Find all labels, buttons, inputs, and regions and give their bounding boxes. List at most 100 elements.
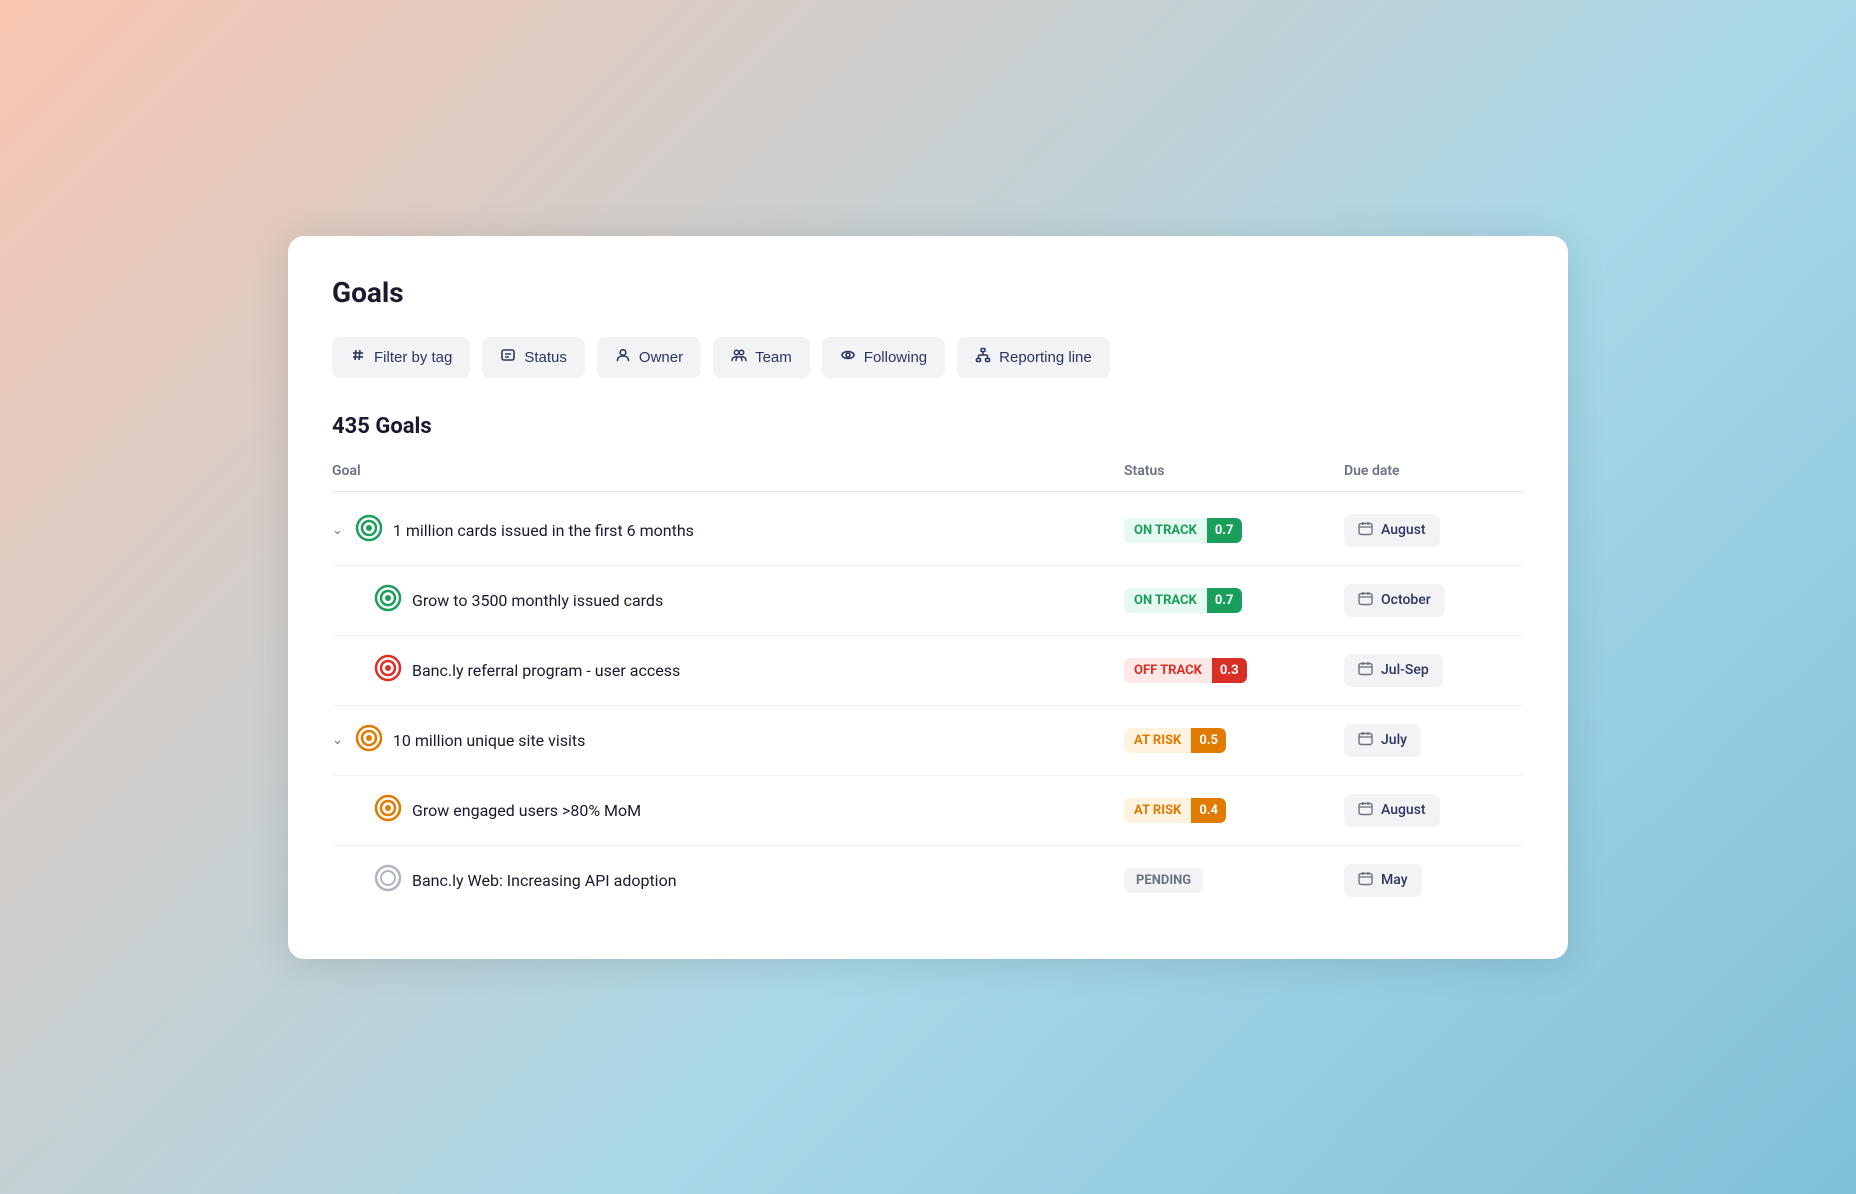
status-score: 0.3: [1212, 658, 1247, 683]
goal-status: PENDING: [1124, 868, 1344, 893]
filter-team-button[interactable]: Team: [713, 337, 810, 378]
goal-icon: [374, 654, 402, 686]
due-date-badge: May: [1344, 864, 1422, 897]
goal-title: Banc.ly referral program - user access: [412, 661, 680, 680]
status-label: AT RISK: [1124, 728, 1191, 753]
goal-icon: [374, 794, 402, 826]
goal-status: OFF TRACK 0.3: [1124, 658, 1344, 683]
filter-reporting-button[interactable]: Reporting line: [957, 337, 1110, 378]
goal-due-date: Jul-Sep: [1344, 654, 1524, 687]
status-label: OFF TRACK: [1124, 658, 1212, 683]
goal-status: ON TRACK 0.7: [1124, 518, 1344, 543]
table-row: Grow to 3500 monthly issued cards ON TRA…: [332, 566, 1524, 636]
goal-icon: [374, 864, 402, 896]
hash-icon: [350, 347, 366, 368]
filter-status-label: Status: [524, 349, 567, 366]
goal-name: Grow engaged users >80% MoM: [332, 794, 1124, 826]
due-date-text: July: [1381, 732, 1407, 748]
due-date-badge: Jul-Sep: [1344, 654, 1443, 687]
due-date-badge: August: [1344, 514, 1440, 547]
goal-due-date: July: [1344, 724, 1524, 757]
due-date-badge: July: [1344, 724, 1421, 757]
goal-name: ⌄ 1 million cards issued in the first 6 …: [332, 514, 1124, 546]
reporting-icon: [975, 347, 991, 368]
status-label: AT RISK: [1124, 798, 1191, 823]
due-date-text: August: [1381, 522, 1426, 538]
status-badge: OFF TRACK 0.3: [1124, 658, 1247, 683]
goal-due-date: August: [1344, 794, 1524, 827]
status-icon: [500, 347, 516, 368]
status-badge: AT RISK 0.5: [1124, 728, 1226, 753]
status-label: ON TRACK: [1124, 588, 1207, 613]
team-icon: [731, 347, 747, 368]
filter-bar: Filter by tag Status Owner: [332, 337, 1524, 378]
goals-count: 435 Goals: [332, 414, 1524, 439]
goal-icon: [355, 514, 383, 546]
due-date-text: October: [1381, 592, 1431, 608]
status-score: 0.5: [1191, 728, 1226, 753]
status-score: 0.4: [1191, 798, 1226, 823]
goal-title: 10 million unique site visits: [393, 731, 586, 750]
goal-due-date: May: [1344, 864, 1524, 897]
status-label: ON TRACK: [1124, 518, 1207, 543]
table-row: Banc.ly referral program - user access O…: [332, 636, 1524, 706]
goal-due-date: August: [1344, 514, 1524, 547]
due-date-badge: October: [1344, 584, 1445, 617]
filter-owner-label: Owner: [639, 349, 683, 366]
status-badge: ON TRACK 0.7: [1124, 588, 1242, 613]
filter-reporting-label: Reporting line: [999, 349, 1092, 366]
goal-icon: [374, 584, 402, 616]
filter-team-label: Team: [755, 349, 792, 366]
table-row: Banc.ly Web: Increasing API adoption PEN…: [332, 846, 1524, 915]
col-goal-header: Goal: [332, 463, 1124, 479]
goals-card: Goals Filter by tag Status: [288, 236, 1568, 959]
calendar-icon: [1358, 731, 1373, 750]
goal-name: Banc.ly referral program - user access: [332, 654, 1124, 686]
filter-owner-button[interactable]: Owner: [597, 337, 701, 378]
expand-chevron[interactable]: ⌄: [332, 733, 343, 748]
goal-status: ON TRACK 0.7: [1124, 588, 1344, 613]
filter-following-button[interactable]: Following: [822, 337, 945, 378]
goal-due-date: October: [1344, 584, 1524, 617]
goal-name: Grow to 3500 monthly issued cards: [332, 584, 1124, 616]
page-title: Goals: [332, 276, 1524, 309]
table-row: ⌄ 1 million cards issued in the first 6 …: [332, 496, 1524, 566]
calendar-icon: [1358, 661, 1373, 680]
filter-status-button[interactable]: Status: [482, 337, 585, 378]
status-score: 0.7: [1207, 588, 1242, 613]
col-status-header: Status: [1124, 463, 1344, 479]
due-date-text: August: [1381, 802, 1426, 818]
status-badge: AT RISK 0.4: [1124, 798, 1226, 823]
calendar-icon: [1358, 871, 1373, 890]
goal-icon: [355, 724, 383, 756]
col-due-header: Due date: [1344, 463, 1524, 479]
calendar-icon: [1358, 591, 1373, 610]
goal-name: ⌄ 10 million unique site visits: [332, 724, 1124, 756]
status-label: PENDING: [1124, 868, 1203, 893]
table-row: ⌄ 10 million unique site visits AT RISK …: [332, 706, 1524, 776]
calendar-icon: [1358, 801, 1373, 820]
calendar-icon: [1358, 521, 1373, 540]
goal-title: Grow to 3500 monthly issued cards: [412, 591, 663, 610]
goal-status: AT RISK 0.5: [1124, 728, 1344, 753]
goal-status: AT RISK 0.4: [1124, 798, 1344, 823]
filter-following-label: Following: [864, 349, 927, 366]
due-date-text: May: [1381, 872, 1408, 888]
filter-tag-label: Filter by tag: [374, 349, 452, 366]
person-icon: [615, 347, 631, 368]
due-date-text: Jul-Sep: [1381, 662, 1429, 678]
table-row: Grow engaged users >80% MoM AT RISK 0.4 …: [332, 776, 1524, 846]
status-badge: PENDING: [1124, 868, 1203, 893]
goals-list: ⌄ 1 million cards issued in the first 6 …: [332, 496, 1524, 915]
goal-title: Banc.ly Web: Increasing API adoption: [412, 871, 677, 890]
status-badge: ON TRACK 0.7: [1124, 518, 1242, 543]
table-header: Goal Status Due date: [332, 455, 1524, 492]
goal-name: Banc.ly Web: Increasing API adoption: [332, 864, 1124, 896]
filter-tag-button[interactable]: Filter by tag: [332, 337, 470, 378]
expand-chevron[interactable]: ⌄: [332, 523, 343, 538]
eye-icon: [840, 347, 856, 368]
due-date-badge: August: [1344, 794, 1440, 827]
goal-title: 1 million cards issued in the first 6 mo…: [393, 521, 694, 540]
goal-title: Grow engaged users >80% MoM: [412, 801, 641, 820]
status-score: 0.7: [1207, 518, 1242, 543]
